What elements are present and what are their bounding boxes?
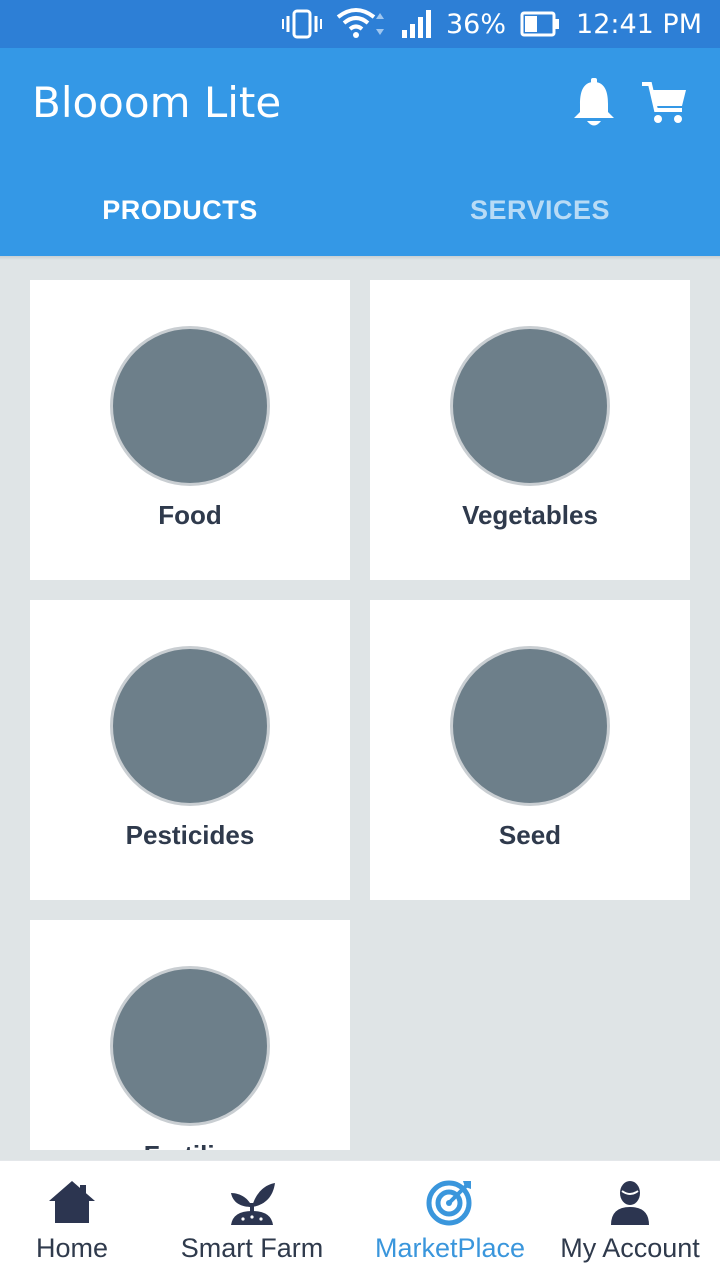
category-card-fertilizer[interactable]: Fertili...: [30, 920, 350, 1150]
app-title: Blooom Lite: [32, 78, 282, 127]
category-image: [110, 326, 270, 486]
category-card-vegetables[interactable]: Vegetables: [370, 280, 690, 580]
category-image: [450, 646, 610, 806]
category-card-seed[interactable]: Seed: [370, 600, 690, 900]
category-card-pesticides[interactable]: Pesticides: [30, 600, 350, 900]
category-label: Seed: [498, 820, 562, 850]
target-icon: [426, 1180, 472, 1226]
battery-icon: [520, 10, 560, 38]
category-label: Food: [158, 500, 222, 530]
nav-label: My Account: [560, 1233, 700, 1263]
nav-label: Smart Farm: [180, 1233, 324, 1263]
nav-smart-farm[interactable]: Smart Farm: [144, 1161, 360, 1280]
tab-products[interactable]: PRODUCTS: [0, 178, 360, 242]
clock: 12:41 PM: [576, 8, 702, 40]
home-icon: [49, 1181, 95, 1223]
tab-bar: PRODUCTS SERVICES: [0, 178, 720, 242]
bottom-nav: Home Smart Farm MarketPlace My Account: [0, 1160, 720, 1280]
category-label: Vegetables: [462, 500, 598, 530]
nav-my-account[interactable]: My Account: [540, 1161, 720, 1280]
battery-percent: 36%: [446, 8, 507, 40]
nav-marketplace[interactable]: MarketPlace: [360, 1161, 540, 1280]
category-image: [110, 646, 270, 806]
user-icon: [611, 1181, 649, 1225]
category-grid: Food Vegetables Pesticides Seed Fertili.…: [0, 260, 720, 1150]
nav-label: Home: [35, 1233, 109, 1263]
cart-icon[interactable]: [640, 78, 690, 128]
plant-icon: [231, 1183, 275, 1225]
signal-icon: [400, 8, 436, 40]
category-image: [450, 326, 610, 486]
vibrate-icon: [282, 8, 322, 40]
category-card-food[interactable]: Food: [30, 280, 350, 580]
app-bar: Blooom Lite PRODUCTS SERVICES: [0, 48, 720, 256]
nav-home[interactable]: Home: [0, 1161, 144, 1280]
category-label: Fertili...: [30, 1140, 350, 1150]
status-bar: 36% 12:41 PM: [0, 0, 720, 48]
nav-label: MarketPlace: [374, 1233, 526, 1263]
wifi-icon: [336, 7, 386, 41]
category-image: [110, 966, 270, 1126]
bell-icon[interactable]: [572, 78, 616, 128]
category-label: Pesticides: [125, 820, 255, 850]
tab-services[interactable]: SERVICES: [360, 178, 720, 242]
